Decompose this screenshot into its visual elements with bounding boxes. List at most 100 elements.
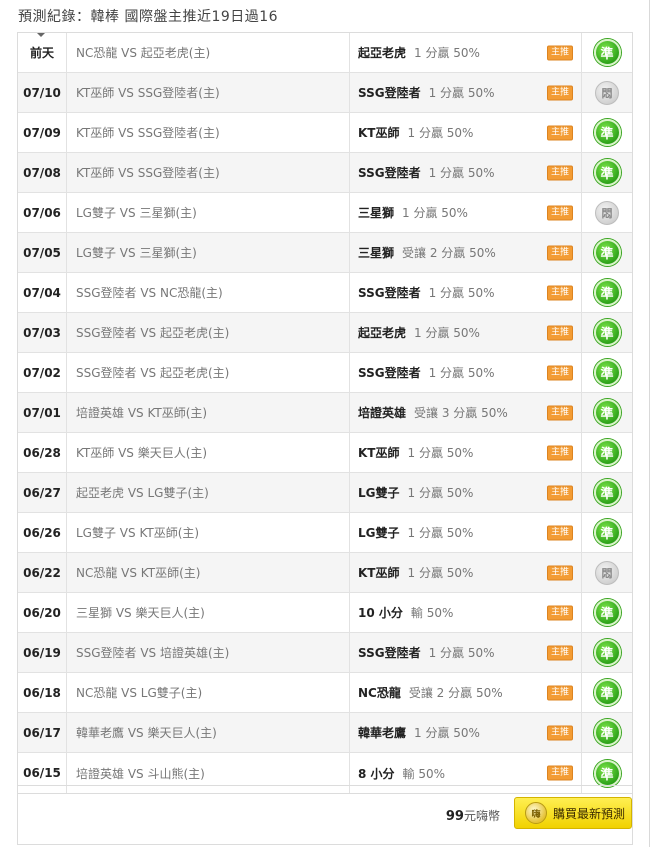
row-result: 準 xyxy=(582,313,632,352)
row-date: 07/05 xyxy=(18,233,67,272)
main-pick-tag: 主推 xyxy=(547,285,573,300)
row-date: 06/20 xyxy=(18,593,67,632)
row-match[interactable]: KT巫師 VS SSG登陸者(主) xyxy=(67,73,350,112)
row-match[interactable]: 韓華老鷹 VS 樂天巨人(主) xyxy=(67,713,350,752)
pick-odds: 1 分贏 50% xyxy=(414,726,480,740)
pick-team: KT巫師 xyxy=(358,126,400,140)
row-match[interactable]: 培證英雄 VS KT巫師(主) xyxy=(67,393,350,432)
row-match[interactable]: 起亞老虎 VS LG雙子(主) xyxy=(67,473,350,512)
row-match[interactable]: SSG登陸者 VS NC恐龍(主) xyxy=(67,273,350,312)
pick-team: 起亞老虎 xyxy=(358,46,407,60)
row-pick: KT巫師 1 分贏 50% 主推 xyxy=(350,113,582,152)
row-match[interactable]: SSG登陸者 VS 培證英雄(主) xyxy=(67,633,350,672)
row-match[interactable]: KT巫師 VS 樂天巨人(主) xyxy=(67,433,350,472)
row-match[interactable]: KT巫師 VS SSG登陸者(主) xyxy=(67,113,350,152)
main-pick-tag: 主推 xyxy=(547,685,573,700)
check-badge-icon: 準 xyxy=(593,119,621,146)
pick-odds: 1 分贏 50% xyxy=(407,566,474,580)
row-result: 準 xyxy=(582,713,632,752)
main-pick-tag: 主推 xyxy=(547,725,573,740)
price-label: 99元嗨幣 xyxy=(446,807,500,824)
main-pick-tag: 主推 xyxy=(547,525,573,540)
push-badge-icon: 悶 xyxy=(595,200,619,225)
table-row: 07/06 LG雙子 VS 三星獅(主) 三星獅 1 分贏 50% 主推 悶 xyxy=(18,193,632,233)
buy-prediction-button[interactable]: 嗨 購買最新預測 xyxy=(514,797,632,829)
main-pick-tag: 主推 xyxy=(547,325,573,340)
row-date: 07/01 xyxy=(18,393,67,432)
row-pick: SSG登陸者 1 分贏 50% 主推 xyxy=(350,153,582,192)
pick-team: SSG登陸者 xyxy=(358,86,421,100)
row-pick: SSG登陸者 1 分贏 50% 主推 xyxy=(350,353,582,392)
row-match[interactable]: 三星獅 VS 樂天巨人(主) xyxy=(67,593,350,632)
page-title: 預測紀錄： xyxy=(18,9,91,25)
record-summary: 韓棒 國際盤主推近19日過16 xyxy=(90,9,279,25)
row-match[interactable]: NC恐龍 VS LG雙子(主) xyxy=(67,673,350,712)
row-match[interactable]: LG雙子 VS KT巫師(主) xyxy=(67,513,350,552)
pick-team: KT巫師 xyxy=(358,566,400,580)
row-result: 準 xyxy=(582,113,632,152)
row-result: 準 xyxy=(582,393,632,432)
table-row: 07/02 SSG登陸者 VS 起亞老虎(主) SSG登陸者 1 分贏 50% 主推 準 xyxy=(18,353,632,393)
row-match[interactable]: NC恐龍 VS KT巫師(主) xyxy=(67,553,350,592)
row-date: 07/08 xyxy=(18,153,67,192)
row-pick: SSG登陸者 1 分贏 50% 主推 xyxy=(350,73,582,112)
row-pick: SSG登陸者 1 分贏 50% 主推 xyxy=(350,273,582,312)
pick-team: 韓華老鷹 xyxy=(358,726,407,740)
row-result: 悶 xyxy=(582,553,632,592)
row-date: 07/10 xyxy=(18,73,67,112)
main-pick-tag: 主推 xyxy=(547,85,573,100)
check-badge-icon: 準 xyxy=(593,719,621,746)
pick-odds: 輸 50% xyxy=(410,606,454,620)
pick-odds: 受讓 2 分贏 50% xyxy=(402,246,496,260)
row-match[interactable]: NC恐龍 VS 起亞老虎(主) xyxy=(67,33,350,72)
row-result: 悶 xyxy=(582,73,632,112)
prediction-table: 前天 NC恐龍 VS 起亞老虎(主) 起亞老虎 1 分贏 50% 主推準 07/10 KT巫… xyxy=(17,32,633,794)
row-result: 悶 xyxy=(582,193,632,232)
main-pick-tag: 主推 xyxy=(547,205,573,220)
row-date: 07/04 xyxy=(18,273,67,312)
pick-odds: 輸 50% xyxy=(402,766,446,781)
row-pick: 韓華老鷹 1 分贏 50% 主推 xyxy=(350,713,582,752)
row-pick: NC恐龍 受讓 2 分贏 50% 主推 xyxy=(350,673,582,712)
pick-odds: 受讓 3 分贏 50% xyxy=(414,406,508,420)
row-match[interactable]: LG雙子 VS 三星獅(主) xyxy=(67,193,350,232)
pick-odds: 1 分贏 50% xyxy=(428,86,495,100)
row-result: 準 xyxy=(582,473,632,512)
row-date: 06/27 xyxy=(18,473,67,512)
row-date: 06/19 xyxy=(18,633,67,672)
push-badge-icon: 悶 xyxy=(595,560,619,585)
row-result: 準 xyxy=(582,433,632,472)
pick-team: SSG登陸者 xyxy=(358,366,421,380)
table-row: 07/03 SSG登陸者 VS 起亞老虎(主) 起亞老虎 1 分贏 50% 主推 準 xyxy=(18,313,632,353)
check-badge-icon: 準 xyxy=(593,319,621,346)
main-pick-tag: 主推 xyxy=(547,645,573,660)
row-match[interactable]: LG雙子 VS 三星獅(主) xyxy=(67,233,350,272)
table-row: 06/27 起亞老虎 VS LG雙子(主) LG雙子 1 分贏 50% 主推 準 xyxy=(18,473,632,513)
row-pick: 10 小分輸 50% 主推 xyxy=(350,593,582,632)
row-pick: 起亞老虎 1 分贏 50% 主推 xyxy=(350,33,582,72)
row-match[interactable]: SSG登陸者 VS 起亞老虎(主) xyxy=(67,353,350,392)
row-match[interactable]: SSG登陸者 VS 起亞老虎(主) xyxy=(67,313,350,352)
pick-odds: 1 分贏 50% xyxy=(414,326,480,340)
pick-odds: 1 分贏 50% xyxy=(407,126,474,140)
pick-odds: 1 分贏 50% xyxy=(428,366,495,380)
table-row: 06/22 NC恐龍 VS KT巫師(主) KT巫師 1 分贏 50% 主推 悶 xyxy=(18,553,632,593)
pick-odds: 1 分贏 50% xyxy=(402,206,468,220)
row-pick: SSG登陸者 1 分贏 50% 主推 xyxy=(350,633,582,672)
buy-button-label: 購買最新預測 xyxy=(553,806,626,821)
check-badge-icon: 準 xyxy=(593,39,621,66)
check-badge-icon: 準 xyxy=(593,599,621,626)
pick-team: 三星獅 xyxy=(358,246,395,260)
row-date: 07/02 xyxy=(18,353,67,392)
pick-odds: 1 分贏 50% xyxy=(428,286,495,300)
row-pick: 培證英雄 受讓 3 分贏 50% 主推 xyxy=(350,393,582,432)
check-badge-icon: 準 xyxy=(593,519,621,546)
row-result: 準 xyxy=(582,353,632,392)
main-pick-tag: 主推 xyxy=(547,165,573,180)
row-pick: LG雙子 1 分贏 50% 主推 xyxy=(350,513,582,552)
table-row: 07/01 培證英雄 VS KT巫師(主) 培證英雄 受讓 3 分贏 50% 主推 準 xyxy=(18,393,632,433)
row-match[interactable]: KT巫師 VS SSG登陸者(主) xyxy=(67,153,350,192)
table-row: 06/18 NC恐龍 VS LG雙子(主) NC恐龍 受讓 2 分贏 50% 主推 準 xyxy=(18,673,632,713)
check-badge-icon: 準 xyxy=(593,639,621,666)
pick-odds: 1 分贏 50% xyxy=(428,166,495,180)
